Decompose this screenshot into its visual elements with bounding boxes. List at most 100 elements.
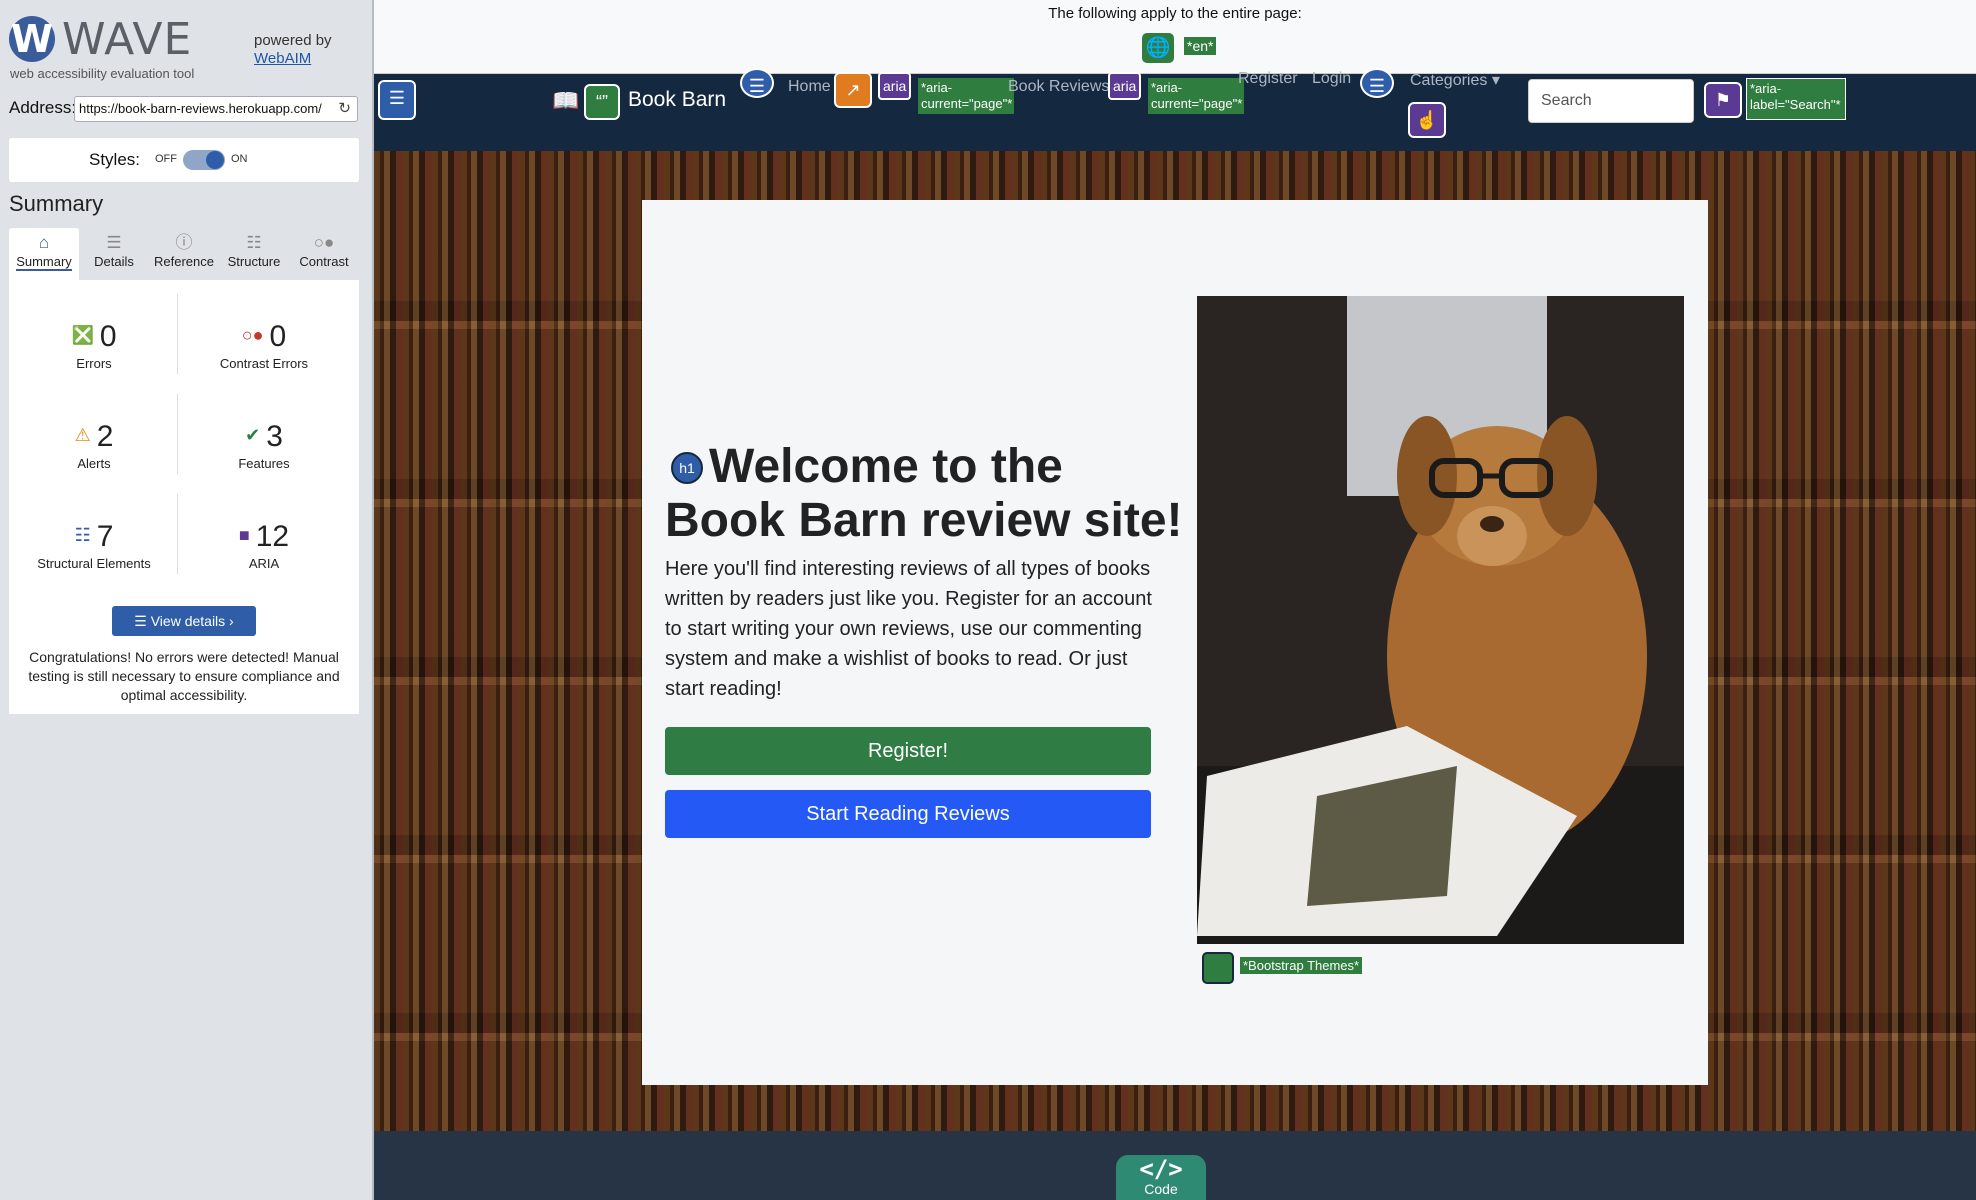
stat-structural[interactable]: ☷ 7 Structural Elements <box>9 520 179 571</box>
site-navbar: ☰ 📖 “” Book Barn ☰ Home ↗ aria *aria-cur… <box>374 68 1976 151</box>
summary-heading: Summary <box>9 191 104 216</box>
search-input[interactable]: Search <box>1528 79 1694 123</box>
redundant-link-icon[interactable]: ↗ <box>834 72 872 108</box>
wave-tabs: ⌂ Summary ☰ Details ⓘ Reference ☷ Struct… <box>9 228 359 280</box>
brand-name[interactable]: Book Barn <box>628 88 726 112</box>
nav-book-reviews[interactable]: Book Reviews <box>1008 78 1109 96</box>
address-label: Address: <box>9 98 77 117</box>
stat-label: Contrast Errors <box>219 356 309 371</box>
nav-login[interactable]: Login <box>1312 70 1351 88</box>
image-alt-icon[interactable] <box>1202 952 1234 984</box>
aria-current-tag: *aria-current="page"* <box>1148 78 1244 114</box>
contrast-error-icon: ○● <box>241 325 264 345</box>
nav-register[interactable]: Register <box>1238 70 1298 88</box>
hero-card: h1 Welcome to the Book Barn review site!… <box>642 200 1708 1085</box>
toggle-knob <box>206 151 224 169</box>
stat-value: 12 <box>255 520 290 553</box>
stat-value: 2 <box>96 420 114 453</box>
styles-toggle-box: Styles: OFF ON <box>9 138 359 182</box>
error-icon: ❎ <box>71 325 94 345</box>
hierarchy-icon: ☷ <box>246 233 262 252</box>
wave-tagline: web accessibility evaluation tool <box>10 66 195 81</box>
view-details-button[interactable]: ☰ View details › <box>112 606 256 636</box>
hero-section: h1 Welcome to the Book Barn review site!… <box>374 151 1976 1131</box>
list-icon[interactable]: ☰ <box>1360 68 1394 98</box>
tab-label: Reference <box>154 254 214 269</box>
list-icon[interactable]: ☰ <box>740 68 774 98</box>
list-icon: ☰ <box>106 233 122 252</box>
contrast-icon: ○● <box>313 233 335 252</box>
list-icon: ☰ <box>134 613 151 629</box>
webaim-link[interactable]: WebAIM <box>254 50 332 68</box>
view-details-label: View details › <box>150 613 234 629</box>
feature-icon: ✔ <box>245 425 261 445</box>
address-input[interactable]: https://book-barn-reviews.herokuapp.com/… <box>74 96 358 122</box>
stat-value: 0 <box>269 320 287 353</box>
tab-summary[interactable]: ⌂ Summary <box>9 228 79 280</box>
structure-icon: ☷ <box>74 525 91 545</box>
navigation-region-icon[interactable]: ☰ <box>378 80 416 120</box>
nav-home[interactable]: Home <box>788 78 831 96</box>
stat-label: Structural Elements <box>37 556 151 571</box>
home-icon: ⌂ <box>38 233 50 252</box>
wave-sidebar: W WAVE web accessibility evaluation tool… <box>0 0 374 1200</box>
stat-aria[interactable]: ■ 12 ARIA <box>179 520 349 571</box>
stat-value: 0 <box>99 320 117 353</box>
categories-label: Categories <box>1410 72 1488 89</box>
dog-reading-image <box>1197 296 1684 944</box>
styles-off-label: OFF <box>155 153 177 165</box>
book-logo-icon: 📖 <box>552 88 580 113</box>
tab-label: Details <box>94 254 134 269</box>
alert-icon: ⚠ <box>74 425 91 445</box>
nav-categories[interactable]: Categories ▾ <box>1410 70 1500 90</box>
aria-icon: ■ <box>238 525 250 545</box>
aria-tag[interactable]: aria <box>1108 72 1142 100</box>
tab-contrast[interactable]: ○● Contrast <box>289 228 359 280</box>
stat-label: ARIA <box>248 556 280 571</box>
tab-reference[interactable]: ⓘ Reference <box>149 228 219 280</box>
info-icon: ⓘ <box>175 233 193 252</box>
aria-menu-icon[interactable]: ☝ <box>1408 102 1446 138</box>
aria-label-icon[interactable]: ⚑ <box>1704 82 1742 118</box>
code-label: Code <box>1144 1181 1178 1197</box>
aria-label-search-tag: *aria-label="Search"* <box>1746 78 1846 120</box>
styles-toggle[interactable] <box>183 150 225 170</box>
tab-label: Contrast <box>299 254 349 269</box>
stat-value: 7 <box>96 520 114 553</box>
alt-text-icon[interactable]: “” <box>584 84 620 120</box>
start-reading-button[interactable]: Start Reading Reviews <box>665 790 1151 838</box>
tab-structure[interactable]: ☷ Structure <box>219 228 289 280</box>
stat-features[interactable]: ✔ 3 Features <box>179 420 349 471</box>
stat-label: Features <box>238 456 290 471</box>
wave-logo-text: WAVE <box>62 14 193 65</box>
page-footer: </> Code <box>374 1131 1976 1200</box>
stat-value: 3 <box>266 420 283 453</box>
aria-current-tag: *aria-current="page"* <box>918 78 1014 114</box>
reload-icon[interactable]: ↻ <box>338 99 351 117</box>
register-button[interactable]: Register! <box>665 727 1151 775</box>
image-alt-tag: *Bootstrap Themes* <box>1240 957 1363 974</box>
styles-label: Styles: <box>89 150 141 169</box>
stat-errors[interactable]: ❎ 0 Errors <box>9 320 179 371</box>
code-toggle-button[interactable]: </> Code <box>1116 1155 1206 1200</box>
powered-by-label: powered by <box>254 32 332 49</box>
tab-details[interactable]: ☰ Details <box>79 228 149 280</box>
address-value: https://book-barn-reviews.herokuapp.com/ <box>79 101 322 116</box>
lang-tag: *en* <box>1184 37 1217 55</box>
hero-lead: Here you'll find interesting reviews of … <box>665 558 1152 700</box>
stat-label: Errors <box>76 356 112 371</box>
stat-label: Alerts <box>77 456 111 471</box>
globe-icon[interactable]: 🌐 <box>1142 33 1174 63</box>
summary-panel: ❎ 0 Errors ○● 0 Contrast Errors ⚠ 2 Alerts … <box>9 280 359 714</box>
tab-label: Structure <box>227 254 281 269</box>
styles-on-label: ON <box>231 153 248 165</box>
hero-image <box>1197 296 1684 944</box>
code-icon: </> <box>1139 1155 1183 1183</box>
stat-contrast-errors[interactable]: ○● 0 Contrast Errors <box>179 320 349 371</box>
page-note-text: The following apply to the entire page: <box>1048 5 1302 22</box>
page-wide-annotations: The following apply to the entire page: … <box>374 0 1976 74</box>
congrats-message: Congratulations! No errors were detected… <box>28 649 340 703</box>
stat-alerts[interactable]: ⚠ 2 Alerts <box>9 420 179 471</box>
hero-heading: Welcome to the Book Barn review site! <box>665 440 1183 547</box>
aria-tag[interactable]: aria <box>878 72 912 100</box>
